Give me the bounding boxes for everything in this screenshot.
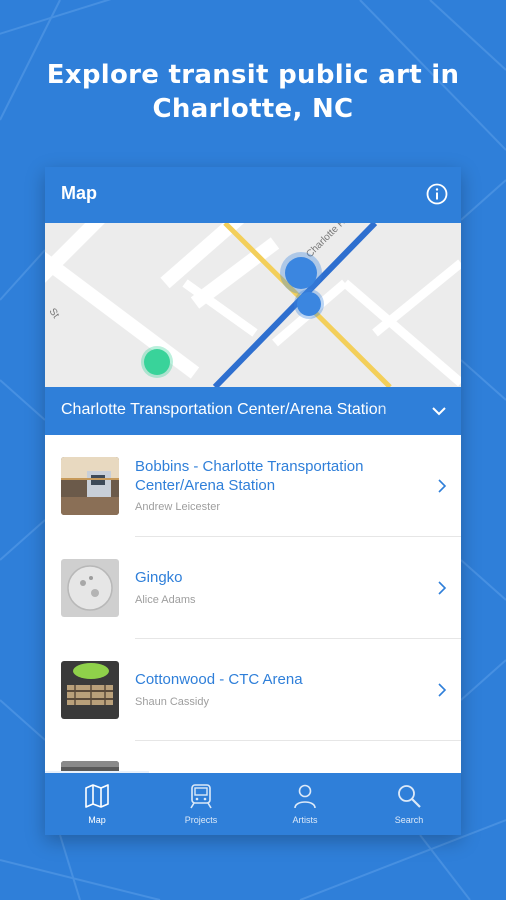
app-bar: Map: [45, 167, 461, 223]
station-marker[interactable]: [297, 292, 321, 316]
chevron-right-icon: [438, 581, 447, 595]
list-item[interactable]: Cottonwood - CTC Arena Shaun Cassidy: [45, 639, 461, 741]
tab-search[interactable]: Search: [357, 773, 461, 835]
tab-projects[interactable]: Projects: [149, 773, 253, 835]
chevron-right-icon: [438, 479, 447, 493]
artwork-title: Cottonwood - CTC Arena: [135, 671, 303, 688]
tab-projects-label: Projects: [184, 815, 218, 825]
map-view[interactable]: Charlotte Ra St: [45, 223, 461, 387]
train-icon: [190, 784, 212, 809]
bottom-tab-bar: Map Projects Artists Search: [45, 773, 461, 835]
artwork-title: Bobbins - Charlotte Transportation Cente…: [135, 458, 364, 494]
station-marker-selected[interactable]: [285, 257, 317, 289]
info-icon[interactable]: [425, 182, 449, 206]
tab-map[interactable]: Map: [45, 773, 149, 835]
tab-artists[interactable]: Artists: [253, 773, 357, 835]
station-selector[interactable]: Charlotte Transportation Center/Arena St…: [45, 387, 461, 435]
search-icon: [398, 785, 421, 808]
headline-line-1: Explore transit public art in: [46, 60, 460, 90]
artwork-title: Gingko: [135, 569, 183, 586]
tab-search-label: Search: [394, 815, 424, 825]
artwork-thumbnail: [61, 559, 119, 617]
person-icon: [294, 784, 316, 809]
list-item[interactable]: Gingko Alice Adams: [45, 537, 461, 639]
headline-line-2: Charlotte, NC: [152, 94, 354, 124]
app-bar-title: Map: [61, 183, 97, 203]
artwork-thumbnail: [61, 457, 119, 515]
list-item[interactable]: [45, 741, 461, 773]
station-name: Charlotte Transportation Center/Arena St…: [61, 401, 387, 418]
location-marker[interactable]: [144, 349, 170, 375]
chevron-right-icon: [438, 683, 447, 697]
artwork-artist: Alice Adams: [135, 594, 196, 606]
artwork-thumbnail: [61, 661, 119, 719]
list-item[interactable]: Bobbins - Charlotte Transportation Cente…: [45, 435, 461, 537]
chevron-down-icon: [432, 407, 446, 416]
tab-map-label: Map: [88, 815, 106, 825]
app-screen: Map Charlotte Ra St Charlotte Transporta…: [45, 167, 461, 835]
artwork-artist: Shaun Cassidy: [135, 696, 209, 708]
artwork-artist: Andrew Leicester: [135, 501, 220, 513]
artwork-list: Bobbins - Charlotte Transportation Cente…: [45, 435, 461, 773]
tab-artists-label: Artists: [292, 815, 318, 825]
map-icon: [85, 784, 109, 808]
headline: Explore transit public art in Charlotte,…: [0, 58, 506, 126]
